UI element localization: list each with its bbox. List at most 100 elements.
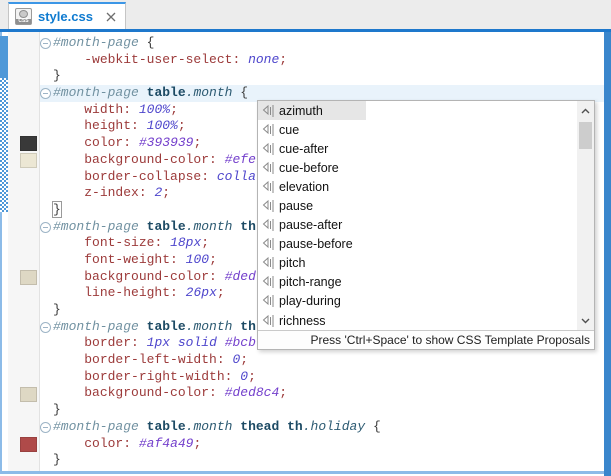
- code-token: background-color: [84, 385, 209, 400]
- code-token: [217, 385, 225, 400]
- css-file-icon-label: CSS: [16, 19, 31, 24]
- code-line[interactable]: #month-page table.month thead th.holiday…: [40, 419, 604, 436]
- code-token: :: [131, 335, 139, 350]
- proposal-item[interactable]: pitch-range: [258, 273, 594, 292]
- code-line[interactable]: background-color: #ded8c4;: [40, 385, 604, 402]
- code-token: [139, 85, 147, 100]
- chevron-up-icon: [581, 108, 590, 114]
- code-token: }: [53, 302, 61, 317]
- code-line[interactable]: }: [40, 68, 604, 85]
- code-token: table: [147, 319, 186, 334]
- code-token: [139, 219, 147, 234]
- status-text: Press 'Ctrl+Space' to show CSS Template …: [311, 333, 591, 347]
- code-line[interactable]: border-right-width: 0;: [40, 369, 604, 386]
- code-token: :: [209, 152, 217, 167]
- speaker-icon: [261, 237, 276, 251]
- color-swatch: [20, 136, 37, 151]
- code-token: [139, 319, 147, 334]
- code-token: [53, 369, 84, 384]
- proposal-item[interactable]: cue-after: [258, 139, 594, 158]
- code-token: ;: [279, 385, 287, 400]
- speaker-icon: [261, 104, 276, 118]
- code-token: height: [84, 118, 131, 133]
- code-line[interactable]: -webkit-user-select: none;: [40, 52, 604, 69]
- code-token: th: [240, 219, 256, 234]
- fold-collapse-icon[interactable]: [40, 422, 51, 433]
- proposal-item[interactable]: cue-before: [258, 158, 594, 177]
- code-token: border-left-width: [84, 352, 217, 367]
- code-token: .month: [186, 219, 233, 234]
- scroll-up-button[interactable]: [577, 103, 594, 118]
- code-token: 26px: [186, 285, 217, 300]
- css-file-icon-dot: [19, 10, 28, 18]
- proposal-item[interactable]: pause: [258, 196, 594, 215]
- code-token: table: [147, 219, 186, 234]
- speaker-icon: [261, 314, 276, 328]
- proposal-item[interactable]: azimuth: [258, 101, 594, 120]
- tab-style-css[interactable]: CSS style.css: [8, 2, 126, 29]
- proposal-item[interactable]: pause-before: [258, 235, 594, 254]
- proposal-label: azimuth: [279, 104, 323, 118]
- proposal-item[interactable]: elevation: [258, 177, 594, 196]
- fold-collapse-icon[interactable]: [40, 222, 51, 233]
- code-token: background-color: [84, 152, 209, 167]
- tab-title: style.css: [38, 9, 93, 24]
- proposal-item[interactable]: play-during: [258, 292, 594, 311]
- proposal-item[interactable]: pause-after: [258, 216, 594, 235]
- proposal-label: cue: [279, 123, 299, 137]
- tab-bar: CSS style.css: [0, 0, 611, 32]
- code-line[interactable]: }: [40, 452, 604, 469]
- close-icon[interactable]: [105, 11, 117, 23]
- code-token: :: [209, 269, 217, 284]
- code-line[interactable]: border-left-width: 0;: [40, 352, 604, 369]
- code-token: colla: [217, 169, 256, 184]
- scroll-down-button[interactable]: [577, 313, 594, 328]
- code-token: {: [373, 419, 381, 434]
- code-token: -webkit-user-select: [84, 52, 232, 67]
- code-token: 1px: [147, 335, 170, 350]
- code-token: [279, 419, 287, 434]
- proposal-item[interactable]: cue: [258, 120, 594, 139]
- proposal-item[interactable]: pitch: [258, 254, 594, 273]
- code-line[interactable]: }: [40, 402, 604, 419]
- code-token: 100%: [139, 102, 170, 117]
- code-token: 18px: [170, 235, 201, 250]
- code-token: 0: [240, 369, 248, 384]
- code-token: [53, 152, 84, 167]
- code-line[interactable]: color: #af4a49;: [40, 436, 604, 453]
- proposal-label: pause-before: [279, 237, 353, 251]
- code-token: [217, 269, 225, 284]
- fold-collapse-icon[interactable]: [40, 88, 51, 99]
- window-right-accent: [604, 32, 611, 476]
- fold-collapse-icon[interactable]: [40, 38, 51, 49]
- code-token: [53, 185, 84, 200]
- code-token: 100%: [147, 118, 178, 133]
- code-token: {: [147, 35, 155, 50]
- code-token: [53, 102, 84, 117]
- code-token: #efe: [225, 152, 256, 167]
- code-token: [170, 335, 178, 350]
- code-token: :: [123, 135, 131, 150]
- proposal-label: pitch: [279, 256, 305, 270]
- code-token: ;: [170, 102, 178, 117]
- popup-scrollbar[interactable]: [577, 101, 594, 330]
- code-token: [217, 335, 225, 350]
- editor-window: CSS style.css #month-page { -webkit-user…: [0, 0, 611, 476]
- code-line[interactable]: #month-page {: [40, 35, 604, 52]
- popup-statusbar: Press 'Ctrl+Space' to show CSS Template …: [258, 330, 594, 349]
- fold-collapse-icon[interactable]: [40, 322, 51, 333]
- code-token: :: [201, 169, 209, 184]
- speaker-icon: [261, 275, 276, 289]
- proposal-item[interactable]: richness: [258, 311, 594, 330]
- code-token: #month-page: [53, 419, 139, 434]
- code-token: :: [131, 118, 139, 133]
- code-token: [365, 419, 373, 434]
- code-token: none: [248, 52, 279, 67]
- code-token: ;: [217, 285, 225, 300]
- code-token: .month: [186, 319, 233, 334]
- code-token: thead: [240, 419, 279, 434]
- code-token: :: [139, 185, 147, 200]
- speaker-icon: [261, 294, 276, 308]
- scrollbar-thumb[interactable]: [579, 122, 592, 149]
- code-token: [53, 335, 84, 350]
